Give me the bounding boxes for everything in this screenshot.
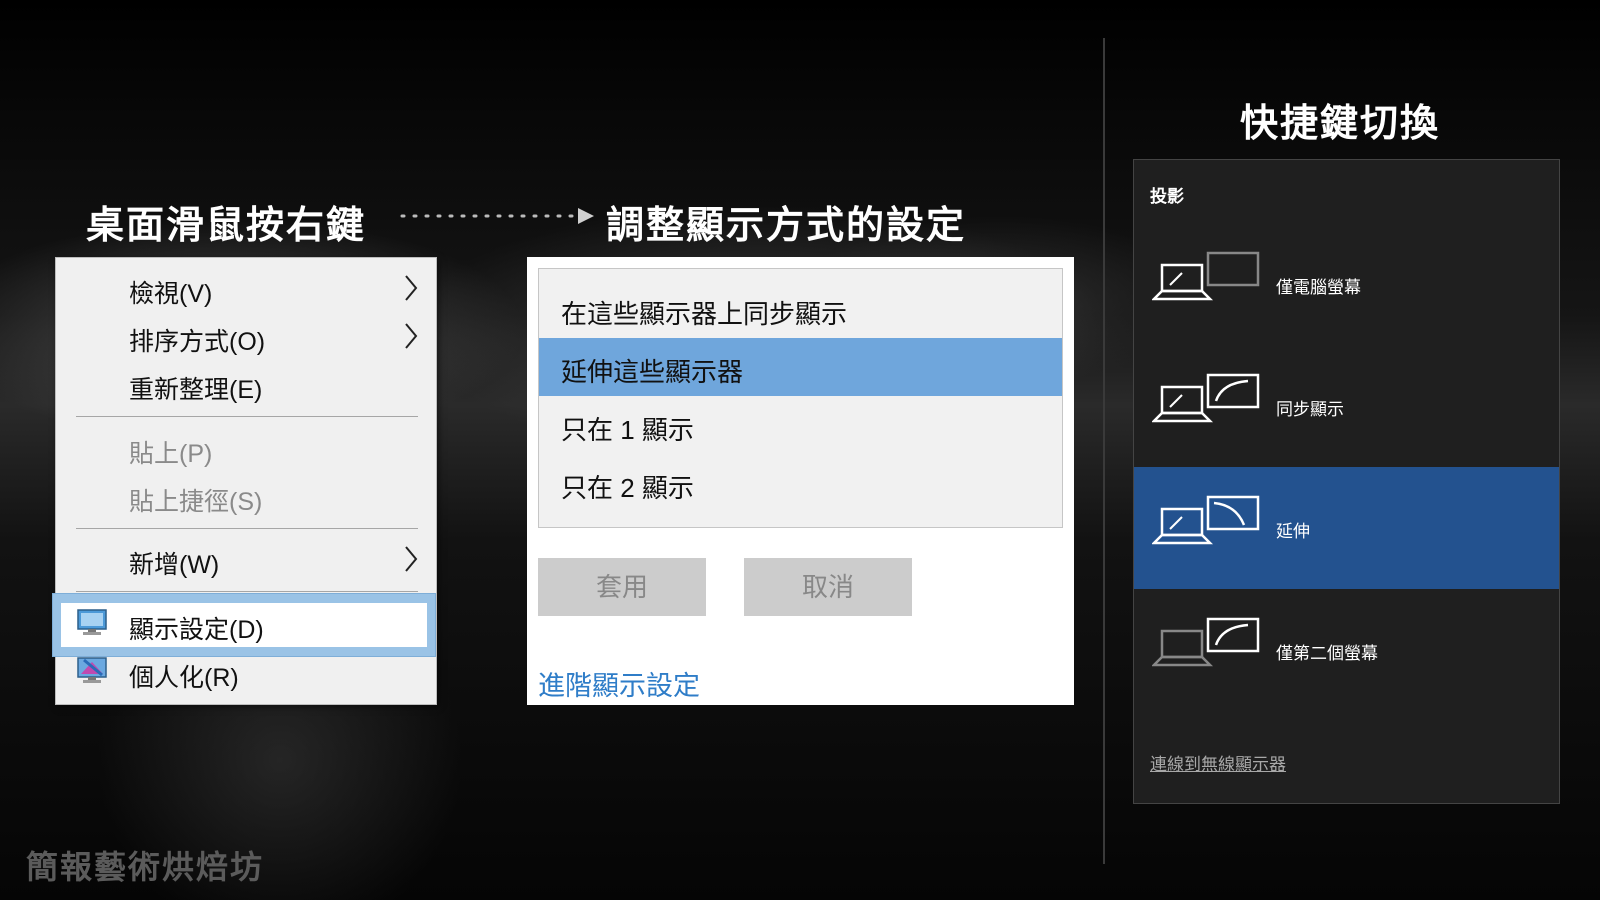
menu-item-label: 新增(W) [129, 551, 220, 579]
project-panel: 投影 僅電腦螢幕 同步顯示 延伸 僅第二個螢幕 連線到無線顯示器 [1133, 159, 1560, 804]
display-option-label: 延伸這些顯示器 [561, 357, 744, 387]
menu-item-label: 檢視(V) [129, 280, 213, 308]
project-panel-title: 投影 [1150, 187, 1184, 207]
project-option-label: 同步顯示 [1276, 400, 1344, 420]
display-option-only-1[interactable]: 只在 1 顯示 [539, 396, 1062, 454]
display-option-extend[interactable]: 延伸這些顯示器 [539, 338, 1062, 396]
menu-item-label: 顯示設定(D) [129, 616, 264, 644]
menu-item-label: 貼上(P) [129, 440, 213, 468]
menu-item-refresh[interactable]: 重新整理(E) [56, 362, 436, 406]
display-mode-list[interactable]: 在這些顯示器上同步顯示 延伸這些顯示器 只在 1 顯示 只在 2 顯示 [538, 268, 1063, 528]
apply-button[interactable]: 套用 [538, 558, 706, 616]
menu-item-label: 貼上捷徑(S) [129, 488, 263, 516]
project-option-label: 僅電腦螢幕 [1276, 278, 1361, 298]
project-option-extend[interactable]: 延伸 [1134, 467, 1559, 589]
project-option-second-screen-only[interactable]: 僅第二個螢幕 [1134, 589, 1559, 711]
duplicate-icon [1152, 373, 1260, 423]
personalize-icon [77, 657, 107, 683]
menu-item-label: 排序方式(O) [129, 328, 266, 356]
dotted-arrow-icon [400, 208, 594, 224]
project-option-duplicate[interactable]: 同步顯示 [1134, 345, 1559, 467]
connect-wireless-display-link[interactable]: 連線到無線顯示器 [1150, 750, 1286, 775]
menu-separator [76, 528, 418, 529]
project-option-label: 僅第二個螢幕 [1276, 644, 1378, 664]
display-option-label: 只在 1 顯示 [561, 415, 694, 445]
desktop-context-menu: 檢視(V) 排序方式(O) 重新整理(E) 貼上(P) 貼上捷徑(S) 新增(W… [52, 257, 437, 705]
heading-display-settings: 調整顯示方式的設定 [606, 203, 967, 247]
menu-item-personalize[interactable]: 個人化(R) [56, 650, 436, 694]
vertical-divider [1103, 38, 1105, 864]
menu-item-paste[interactable]: 貼上(P) [56, 426, 436, 470]
watermark-text: 簡報藝術烘焙坊 [26, 848, 265, 886]
menu-item-paste-shortcut[interactable]: 貼上捷徑(S) [56, 474, 436, 518]
heading-shortcut-switch: 快捷鍵切換 [1240, 101, 1441, 145]
menu-item-sort-by[interactable]: 排序方式(O) [56, 314, 436, 358]
menu-item-label: 個人化(R) [129, 664, 239, 692]
heading-right-click-desktop: 桌面滑鼠按右鍵 [86, 203, 367, 247]
display-option-label: 只在 2 顯示 [561, 473, 694, 503]
display-option-only-2[interactable]: 只在 2 顯示 [539, 454, 1062, 512]
chevron-right-icon [405, 275, 418, 301]
menu-separator [76, 591, 418, 592]
menu-item-display-settings[interactable]: 顯示設定(D) [56, 602, 436, 646]
chevron-right-icon [405, 323, 418, 349]
project-option-label: 延伸 [1276, 522, 1310, 542]
display-settings-panel: 在這些顯示器上同步顯示 延伸這些顯示器 只在 1 顯示 只在 2 顯示 套用 取… [527, 257, 1074, 705]
display-settings-icon [77, 609, 107, 635]
display-option-label: 在這些顯示器上同步顯示 [561, 299, 848, 329]
extend-icon [1152, 495, 1260, 545]
project-option-pc-screen-only[interactable]: 僅電腦螢幕 [1134, 223, 1559, 345]
menu-item-view[interactable]: 檢視(V) [56, 266, 436, 310]
menu-item-label: 重新整理(E) [129, 376, 263, 404]
advanced-display-settings-link[interactable]: 進階顯示設定 [538, 664, 700, 703]
display-option-duplicate[interactable]: 在這些顯示器上同步顯示 [539, 280, 1062, 338]
second-screen-only-icon [1152, 617, 1260, 667]
menu-separator [76, 416, 418, 417]
chevron-right-icon [405, 546, 418, 572]
pc-screen-only-icon [1152, 251, 1260, 301]
slide-canvas: 桌面滑鼠按右鍵 調整顯示方式的設定 快捷鍵切換 檢視(V) 排序方式(O) 重新… [0, 0, 1600, 900]
cancel-button[interactable]: 取消 [744, 558, 912, 616]
menu-item-new[interactable]: 新增(W) [56, 537, 436, 581]
